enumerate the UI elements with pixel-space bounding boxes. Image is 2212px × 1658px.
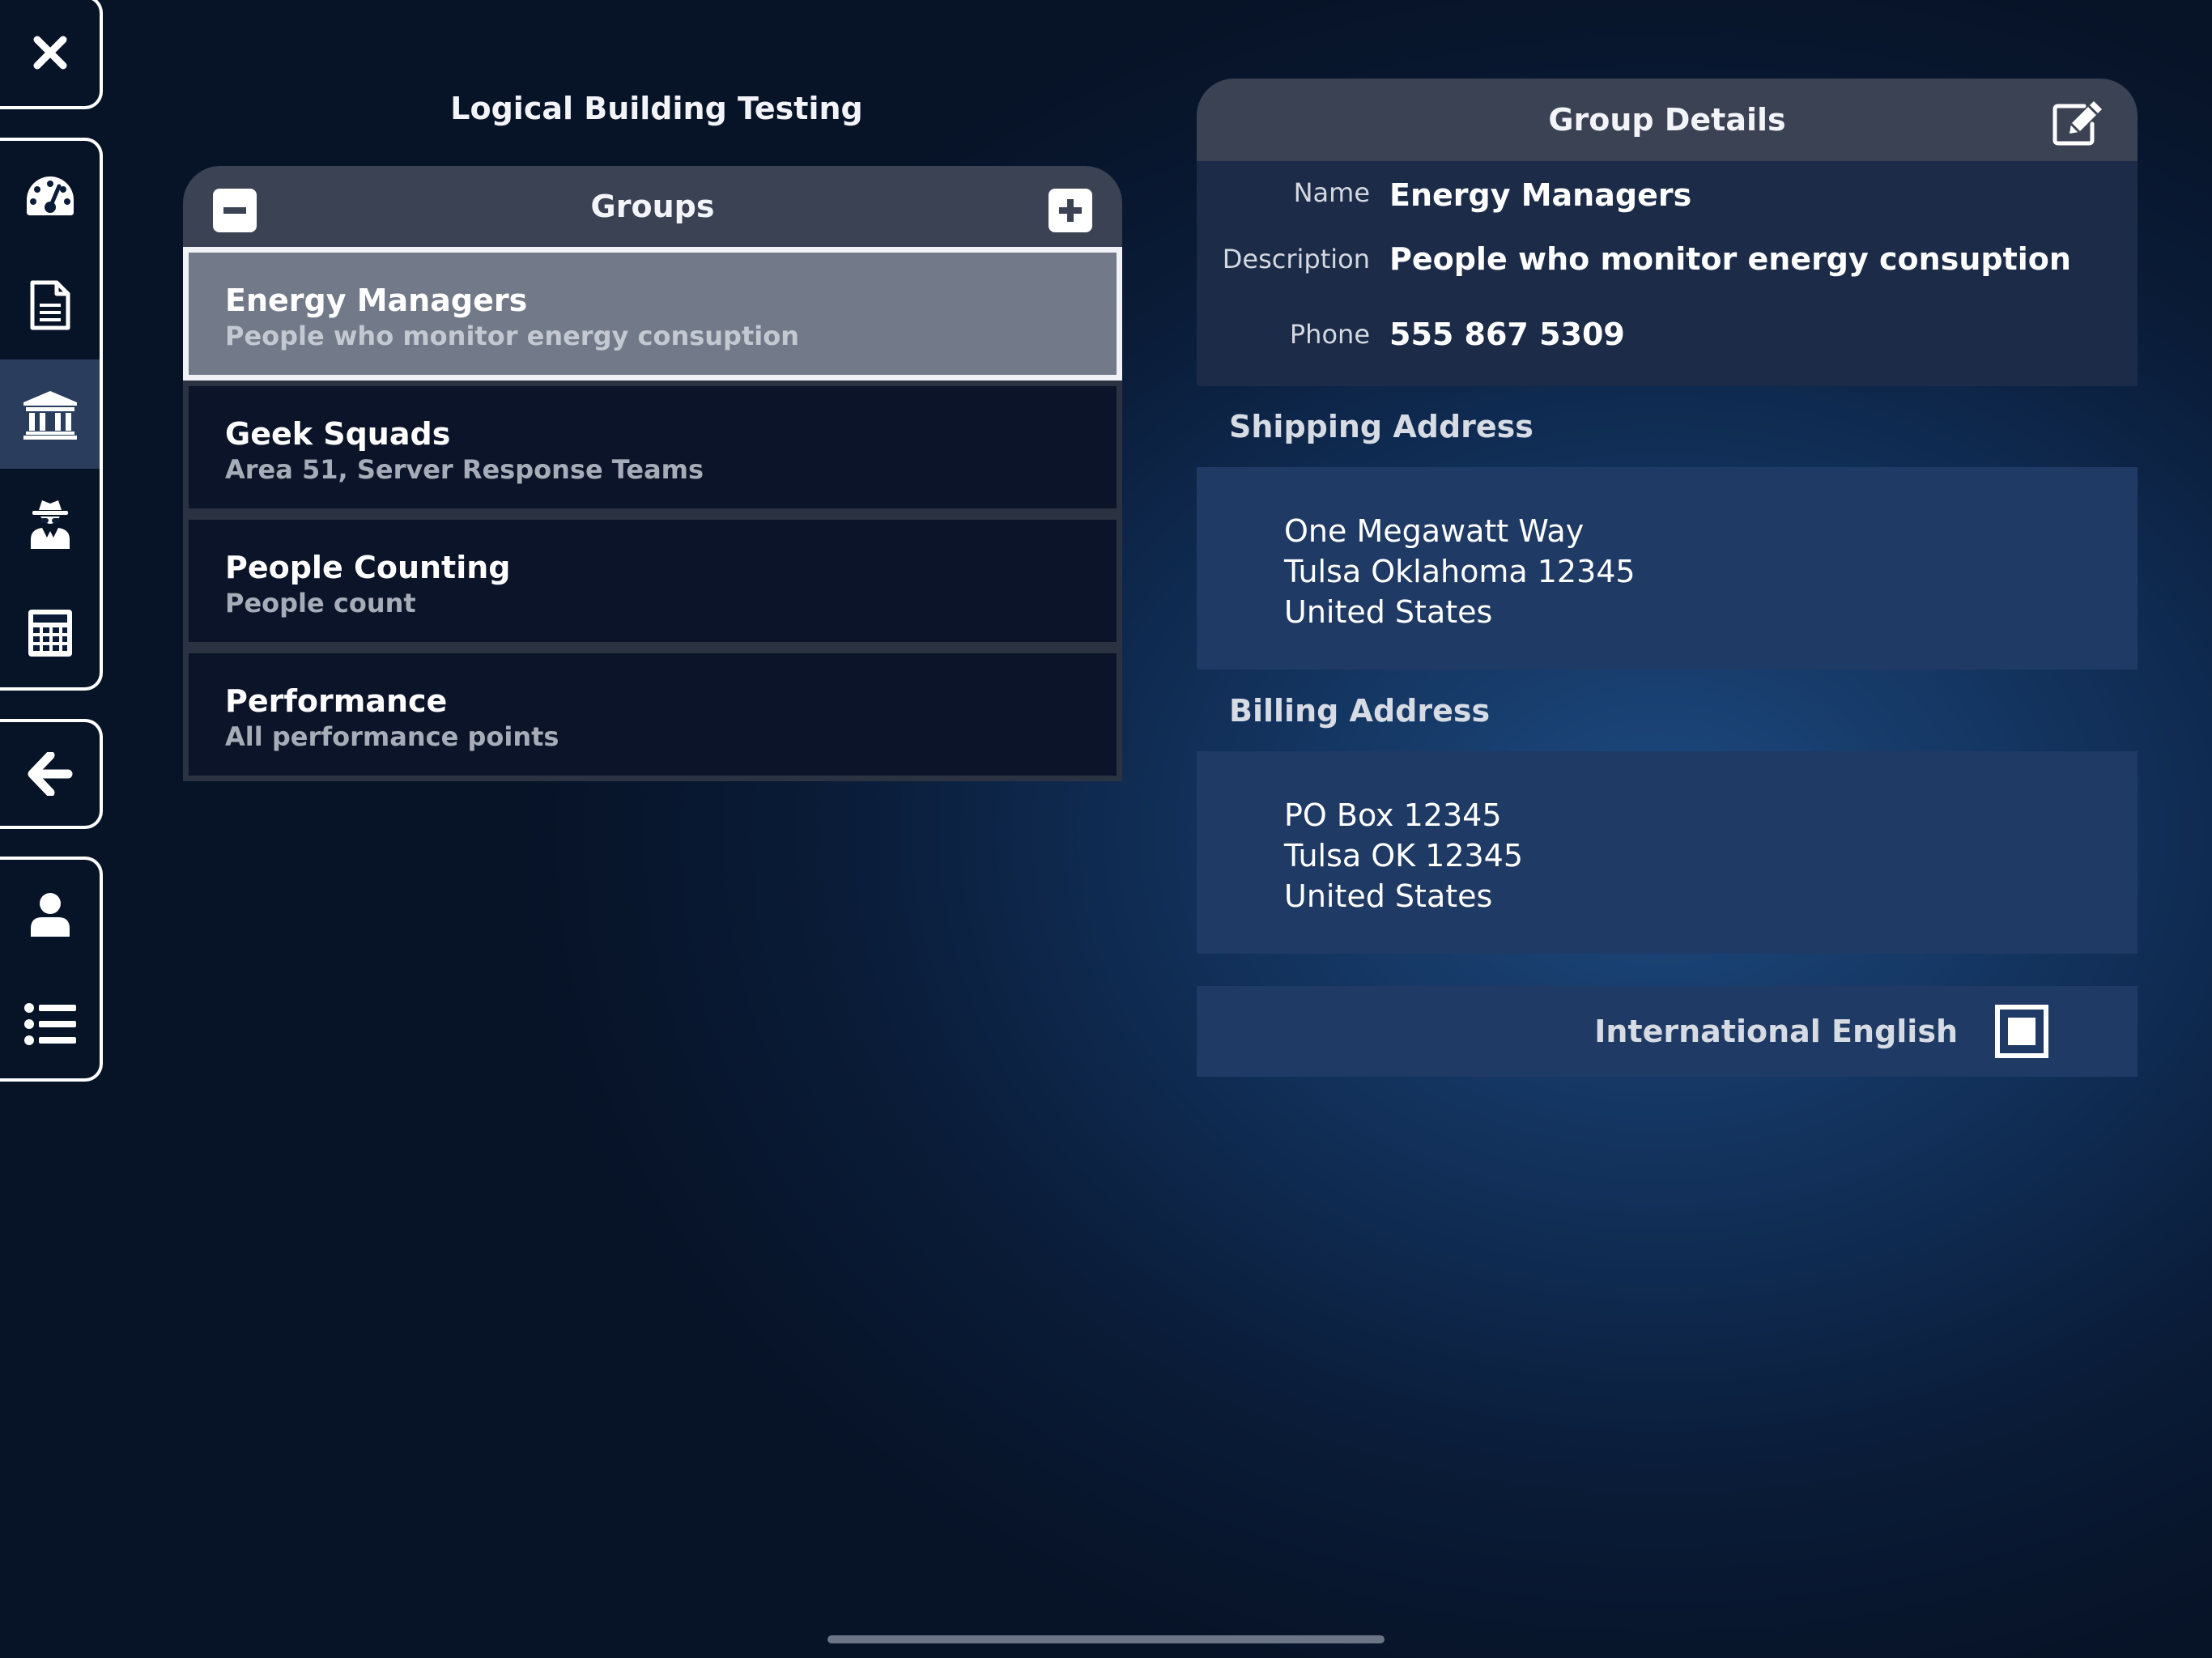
group-item[interactable]: Energy Managers People who monitor energ… [183,247,1122,380]
document-icon [30,280,70,329]
nav-dashboard[interactable] [0,141,100,250]
list-icon [23,1002,76,1045]
sidebar-close-group [0,0,103,109]
name-value: Energy Managers [1389,177,1692,213]
phone-label: Phone [1289,318,1370,350]
billing-header: Billing Address [1197,670,2138,751]
billing-line: Tulsa OK 12345 [1284,838,1524,874]
billing-address: PO Box 12345 Tulsa OK 12345 United State… [1197,751,2138,954]
back-arrow-icon [28,752,72,796]
back-button[interactable] [0,722,100,826]
shipping-title: Shipping Address [1229,409,1534,444]
remove-group-button[interactable] [213,189,257,232]
international-english-checkbox[interactable] [1995,1005,2048,1058]
group-item[interactable]: Geek Squads Area 51, Server Response Tea… [183,380,1122,514]
billing-title: Billing Address [1229,692,1491,729]
group-description: People who monitor energy consuption [225,321,799,351]
shipping-line: One Megawatt Way [1284,513,1585,549]
nav-list[interactable] [0,969,100,1078]
group-details-panel: Group Details Name Energy Managers Descr… [1197,79,2138,1077]
edit-button[interactable] [2052,98,2105,147]
details-info: Name Energy Managers Description People … [1197,161,2138,386]
close-button[interactable] [0,0,100,106]
shipping-line: United States [1284,594,1493,630]
shipping-header: Shipping Address [1197,386,2138,467]
group-item[interactable]: People Counting People count [183,514,1122,648]
group-description: Area 51, Server Response Teams [225,454,704,485]
nav-documents[interactable] [0,250,100,359]
international-english-row: International English [1197,986,2138,1077]
phone-value: 555 867 5309 [1389,316,1625,352]
checkbox-fill [2008,1018,2035,1045]
minus-square-icon [223,207,246,214]
name-label: Name [1293,177,1370,208]
sidebar-back-group [0,719,103,829]
sidebar-account-group [0,857,103,1082]
groups-panel: Groups Energy Managers People who monito… [183,166,1122,781]
phone-row: Phone 555 867 5309 [1197,296,2138,372]
billing-line: PO Box 12345 [1284,797,1502,833]
group-list: Energy Managers People who monitor energ… [183,247,1122,781]
description-label: Description [1222,243,1370,274]
building-icon [23,390,77,440]
group-description: People count [225,588,416,619]
dashboard-icon [26,176,74,215]
plus-square-icon [1059,199,1082,222]
group-name: Performance [225,683,448,719]
group-name: People Counting [225,550,511,585]
details-header: Group Details [1197,79,2138,161]
name-row: Name Energy Managers [1197,177,2138,221]
edit-icon [2052,101,2102,146]
nav-calculator[interactable] [0,578,100,687]
nav-agents[interactable] [0,469,100,578]
description-row: Description People who monitor energy co… [1197,221,2138,296]
groups-title: Groups [590,189,715,224]
calculator-icon [28,609,72,657]
details-title: Group Details [1548,102,1786,138]
description-value: People who monitor energy consuption [1389,240,2071,277]
add-group-button[interactable] [1049,189,1092,232]
shipping-address: One Megawatt Way Tulsa Oklahoma 12345 Un… [1197,467,2138,670]
close-icon [33,36,66,69]
international-english-label: International English [1594,1014,1958,1049]
group-description: All performance points [225,721,559,752]
user-icon [30,892,70,937]
group-name: Energy Managers [225,283,528,318]
page-title: Logical Building Testing [450,91,863,126]
groups-header: Groups [183,166,1122,247]
home-indicator [827,1635,1385,1643]
billing-line: United States [1284,878,1493,914]
group-item[interactable]: Performance All performance points [183,648,1122,781]
shipping-line: Tulsa Oklahoma 12345 [1284,554,1636,589]
nav-user[interactable] [0,860,100,969]
agent-icon [30,500,70,549]
nav-buildings[interactable] [0,359,100,469]
sidebar-nav [0,138,103,691]
group-name: Geek Squads [225,416,451,452]
